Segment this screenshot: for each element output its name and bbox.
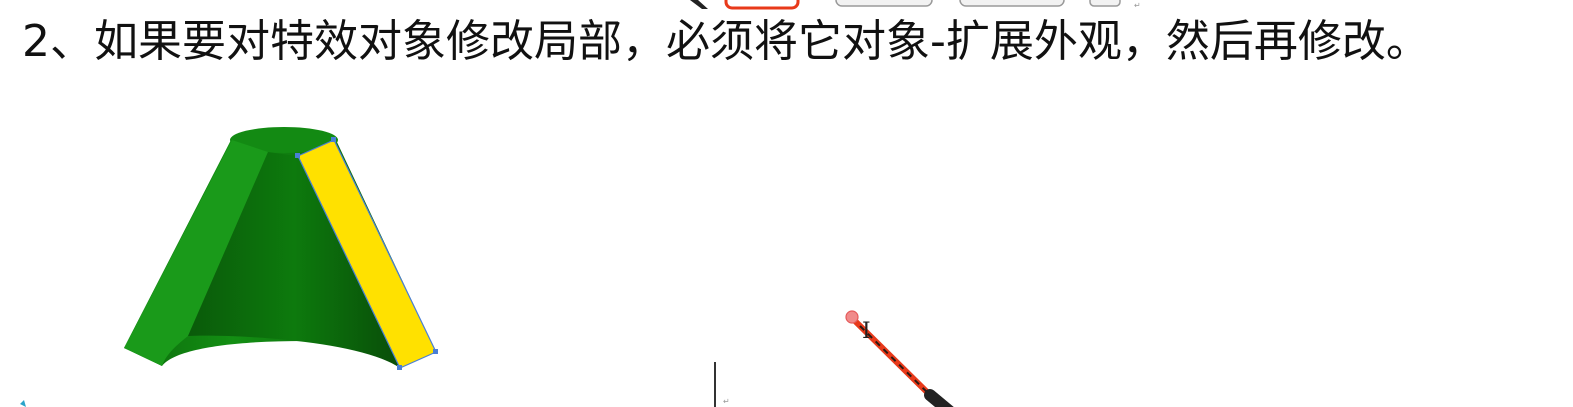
corner-mark (20, 400, 26, 407)
paragraph-mark: ↵ (723, 397, 730, 406)
text-caret (714, 362, 716, 407)
anchor-point[interactable] (331, 137, 336, 142)
text-cursor-icon: I (862, 319, 871, 344)
anchor-point[interactable] (295, 153, 300, 158)
cone-illustration (20, 127, 954, 407)
anchor-point[interactable] (397, 365, 402, 370)
anchor-point[interactable] (433, 349, 438, 354)
